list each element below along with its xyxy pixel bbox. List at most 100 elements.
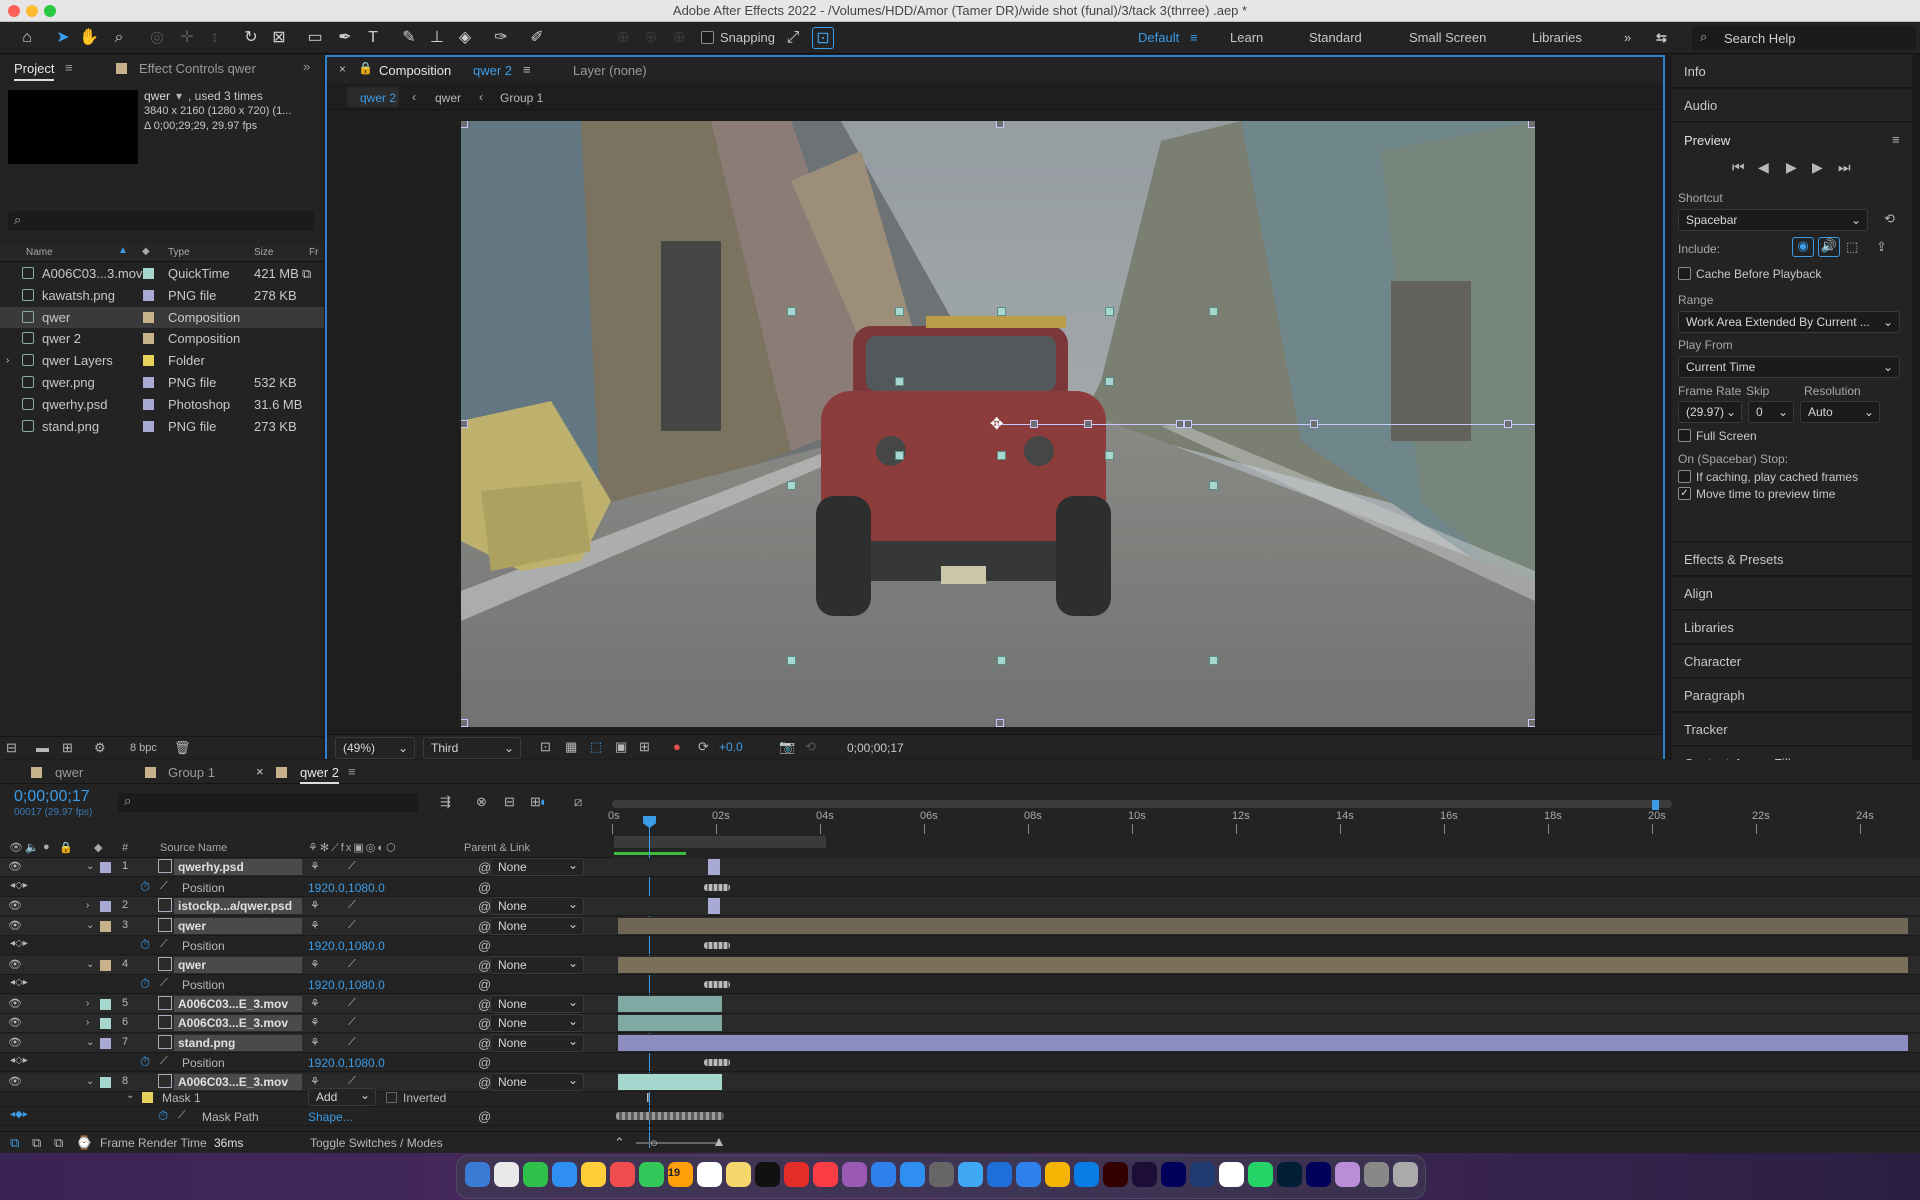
source-name-header[interactable]: Source Name (160, 842, 227, 854)
label-swatch[interactable] (143, 289, 154, 301)
include-overlays-icon[interactable]: ⬚ (1846, 239, 1858, 255)
label-swatch[interactable] (143, 355, 154, 367)
mask-vertex[interactable] (997, 656, 1006, 665)
delete-icon[interactable]: 🗑 (174, 740, 191, 756)
dock-app-icon[interactable] (958, 1162, 983, 1187)
layer-name[interactable]: qwer (174, 956, 302, 973)
layer-name[interactable]: istockp...a/qwer.psd (174, 898, 302, 914)
layer-duration-bar[interactable] (618, 995, 722, 1012)
mask-name[interactable]: Mask 1 (162, 1091, 201, 1105)
hide-shy-icon[interactable]: ⊟ (504, 794, 515, 810)
pan-camera-icon[interactable]: ✛ (176, 27, 198, 49)
dock-app-icon[interactable] (523, 1162, 548, 1187)
expand-chevron-icon[interactable]: › (86, 998, 89, 1009)
breadcrumb-item[interactable]: Group 1 (500, 91, 543, 105)
rectangle-tool-icon[interactable]: ▭ (304, 27, 326, 49)
move-time-checkbox[interactable]: ✓ (1678, 487, 1691, 500)
path-vertex[interactable] (1184, 420, 1192, 428)
project-list-item[interactable]: qwer.png PNG file 532 KB (0, 372, 324, 393)
layer-duration-bar[interactable] (618, 1034, 1908, 1051)
clone-stamp-icon[interactable]: ⊥ (426, 27, 448, 49)
property-row[interactable]: ◂◇▸ ⏱ ⟋ Position 1920.0,1080.0 @ (0, 936, 1920, 955)
pickwhip-icon[interactable]: @ (478, 977, 491, 992)
parent-link-header[interactable]: Parent & Link (464, 842, 530, 854)
shy-switch-icon[interactable]: ⚘ (310, 997, 320, 1010)
parent-select[interactable]: None ⌄ (490, 1014, 584, 1032)
stopwatch-icon[interactable]: ⏱ (140, 879, 150, 895)
project-list-item[interactable]: qwer Composition (0, 306, 324, 328)
dock-app-icon[interactable] (581, 1162, 606, 1187)
layer-row[interactable]: 👁 ⌄ 7 stand.png ⚘ ⟋ @ None ⌄ (0, 1033, 1920, 1053)
anchor-tool-icon[interactable]: ⊠ (268, 27, 290, 49)
layer-row[interactable]: 👁 › 2 istockp...a/qwer.psd ⚘ ⟋ @ None ⌄ (0, 897, 1920, 916)
expand-chevron-icon[interactable]: › (6, 350, 9, 371)
layer-label-swatch[interactable] (100, 862, 111, 873)
anchor-point-icon[interactable]: ✥ (990, 414, 1003, 434)
timeline-timecode[interactable]: 0;00;00;17 (14, 788, 90, 806)
mask-vertex[interactable] (787, 481, 796, 490)
dock-app-icon[interactable] (1277, 1162, 1302, 1187)
layer-label-swatch[interactable] (100, 1037, 111, 1049)
range-select[interactable]: Work Area Extended By Current ... ⌄ (1678, 311, 1900, 333)
comp-mini-flowchart-icon[interactable]: ⇶ (440, 794, 451, 810)
tab-effect-controls[interactable]: Effect Controls qwer (139, 61, 256, 76)
grid-guides-icon[interactable]: ⊞ (639, 739, 650, 755)
snap-target-icon[interactable]: ⊡ (812, 27, 834, 49)
snapping-checkbox[interactable] (701, 31, 714, 44)
parent-select[interactable]: None ⌄ (490, 994, 584, 1013)
workspace-menu-icon[interactable]: ≡ (1190, 30, 1198, 45)
previous-frame-icon[interactable]: ◀ (1758, 159, 1769, 176)
expand-chevron-icon[interactable]: › (86, 900, 89, 911)
project-list-item[interactable]: qwerhy.psd Photoshop 31.6 MB (0, 394, 324, 415)
reset-shortcut-icon[interactable]: ⟲ (1884, 211, 1895, 227)
timeline-tab-qwer[interactable]: qwer (55, 765, 83, 780)
inverted-checkbox[interactable] (386, 1092, 397, 1103)
export-icon[interactable]: ⇪ (1876, 239, 1887, 255)
eraser-tool-icon[interactable]: ◈ (454, 27, 476, 49)
sort-ascending-icon[interactable]: ▲ (118, 245, 128, 256)
include-audio-icon[interactable]: 🔊 (1818, 237, 1840, 257)
shy-switch-icon[interactable]: ⚘ (310, 919, 320, 932)
hand-tool-icon[interactable]: ✋ (78, 27, 100, 49)
first-frame-icon[interactable]: ⏮ (1732, 159, 1745, 176)
layer-name[interactable]: qwer (174, 917, 302, 934)
property-value[interactable]: 1920.0,1080.0 (308, 881, 385, 895)
dock-app-icon[interactable] (1393, 1162, 1418, 1187)
comp-tab-name[interactable]: qwer 2 (473, 63, 512, 78)
comp-tab-label[interactable]: Composition (379, 63, 451, 78)
pickwhip-icon[interactable]: @ (478, 1109, 491, 1124)
transform-handle[interactable] (1528, 121, 1535, 128)
reset-exposure-icon[interactable]: ⟳ (698, 739, 709, 755)
new-composition-icon[interactable]: ⊞ (62, 740, 73, 756)
dock-app-icon[interactable] (726, 1162, 751, 1187)
layer-name[interactable]: qwerhy.psd (174, 859, 302, 875)
dock-app-icon[interactable] (784, 1162, 809, 1187)
panel-section-paragraph[interactable]: Paragraph (1672, 679, 1912, 712)
panel-section-effects-presets[interactable]: Effects & Presets (1672, 543, 1912, 576)
mask-vertex[interactable] (895, 451, 904, 460)
project-menu-icon[interactable]: ≡ (65, 60, 73, 75)
work-area-bar[interactable] (612, 800, 1672, 808)
eye-icon[interactable]: 👁 (8, 997, 22, 1010)
panel-section-align[interactable]: Align (1672, 577, 1912, 610)
mask-vertex[interactable] (997, 451, 1006, 460)
keyframe-nav-icon[interactable]: ◂◇▸ (10, 938, 28, 949)
more-workspaces-icon[interactable]: » (1624, 30, 1631, 45)
play-icon[interactable]: ▶ (1786, 159, 1797, 176)
graph-icon[interactable]: ⟋ (160, 1055, 168, 1068)
label-column-icon[interactable]: ◆ (142, 246, 150, 257)
quality-switch-icon[interactable]: ⟋ (348, 997, 356, 1010)
expand-chevron-icon[interactable]: ⌄ (86, 861, 94, 872)
path-vertex[interactable] (1504, 420, 1512, 428)
mask-vertex[interactable] (997, 307, 1006, 316)
layer-duration-bar[interactable] (618, 917, 1908, 934)
puppet-pin-icon[interactable]: ✐ (526, 27, 548, 49)
transform-handle[interactable] (461, 121, 468, 128)
shy-switch-icon[interactable]: ⚘ (310, 958, 320, 971)
column-type[interactable]: Type (168, 247, 190, 258)
layer-duration-bar[interactable] (708, 859, 720, 875)
dock-app-icon[interactable] (929, 1162, 954, 1187)
roto-brush-icon[interactable]: ✑ (490, 27, 512, 49)
transform-handle[interactable] (1528, 719, 1535, 727)
type-tool-icon[interactable]: T (362, 27, 384, 49)
